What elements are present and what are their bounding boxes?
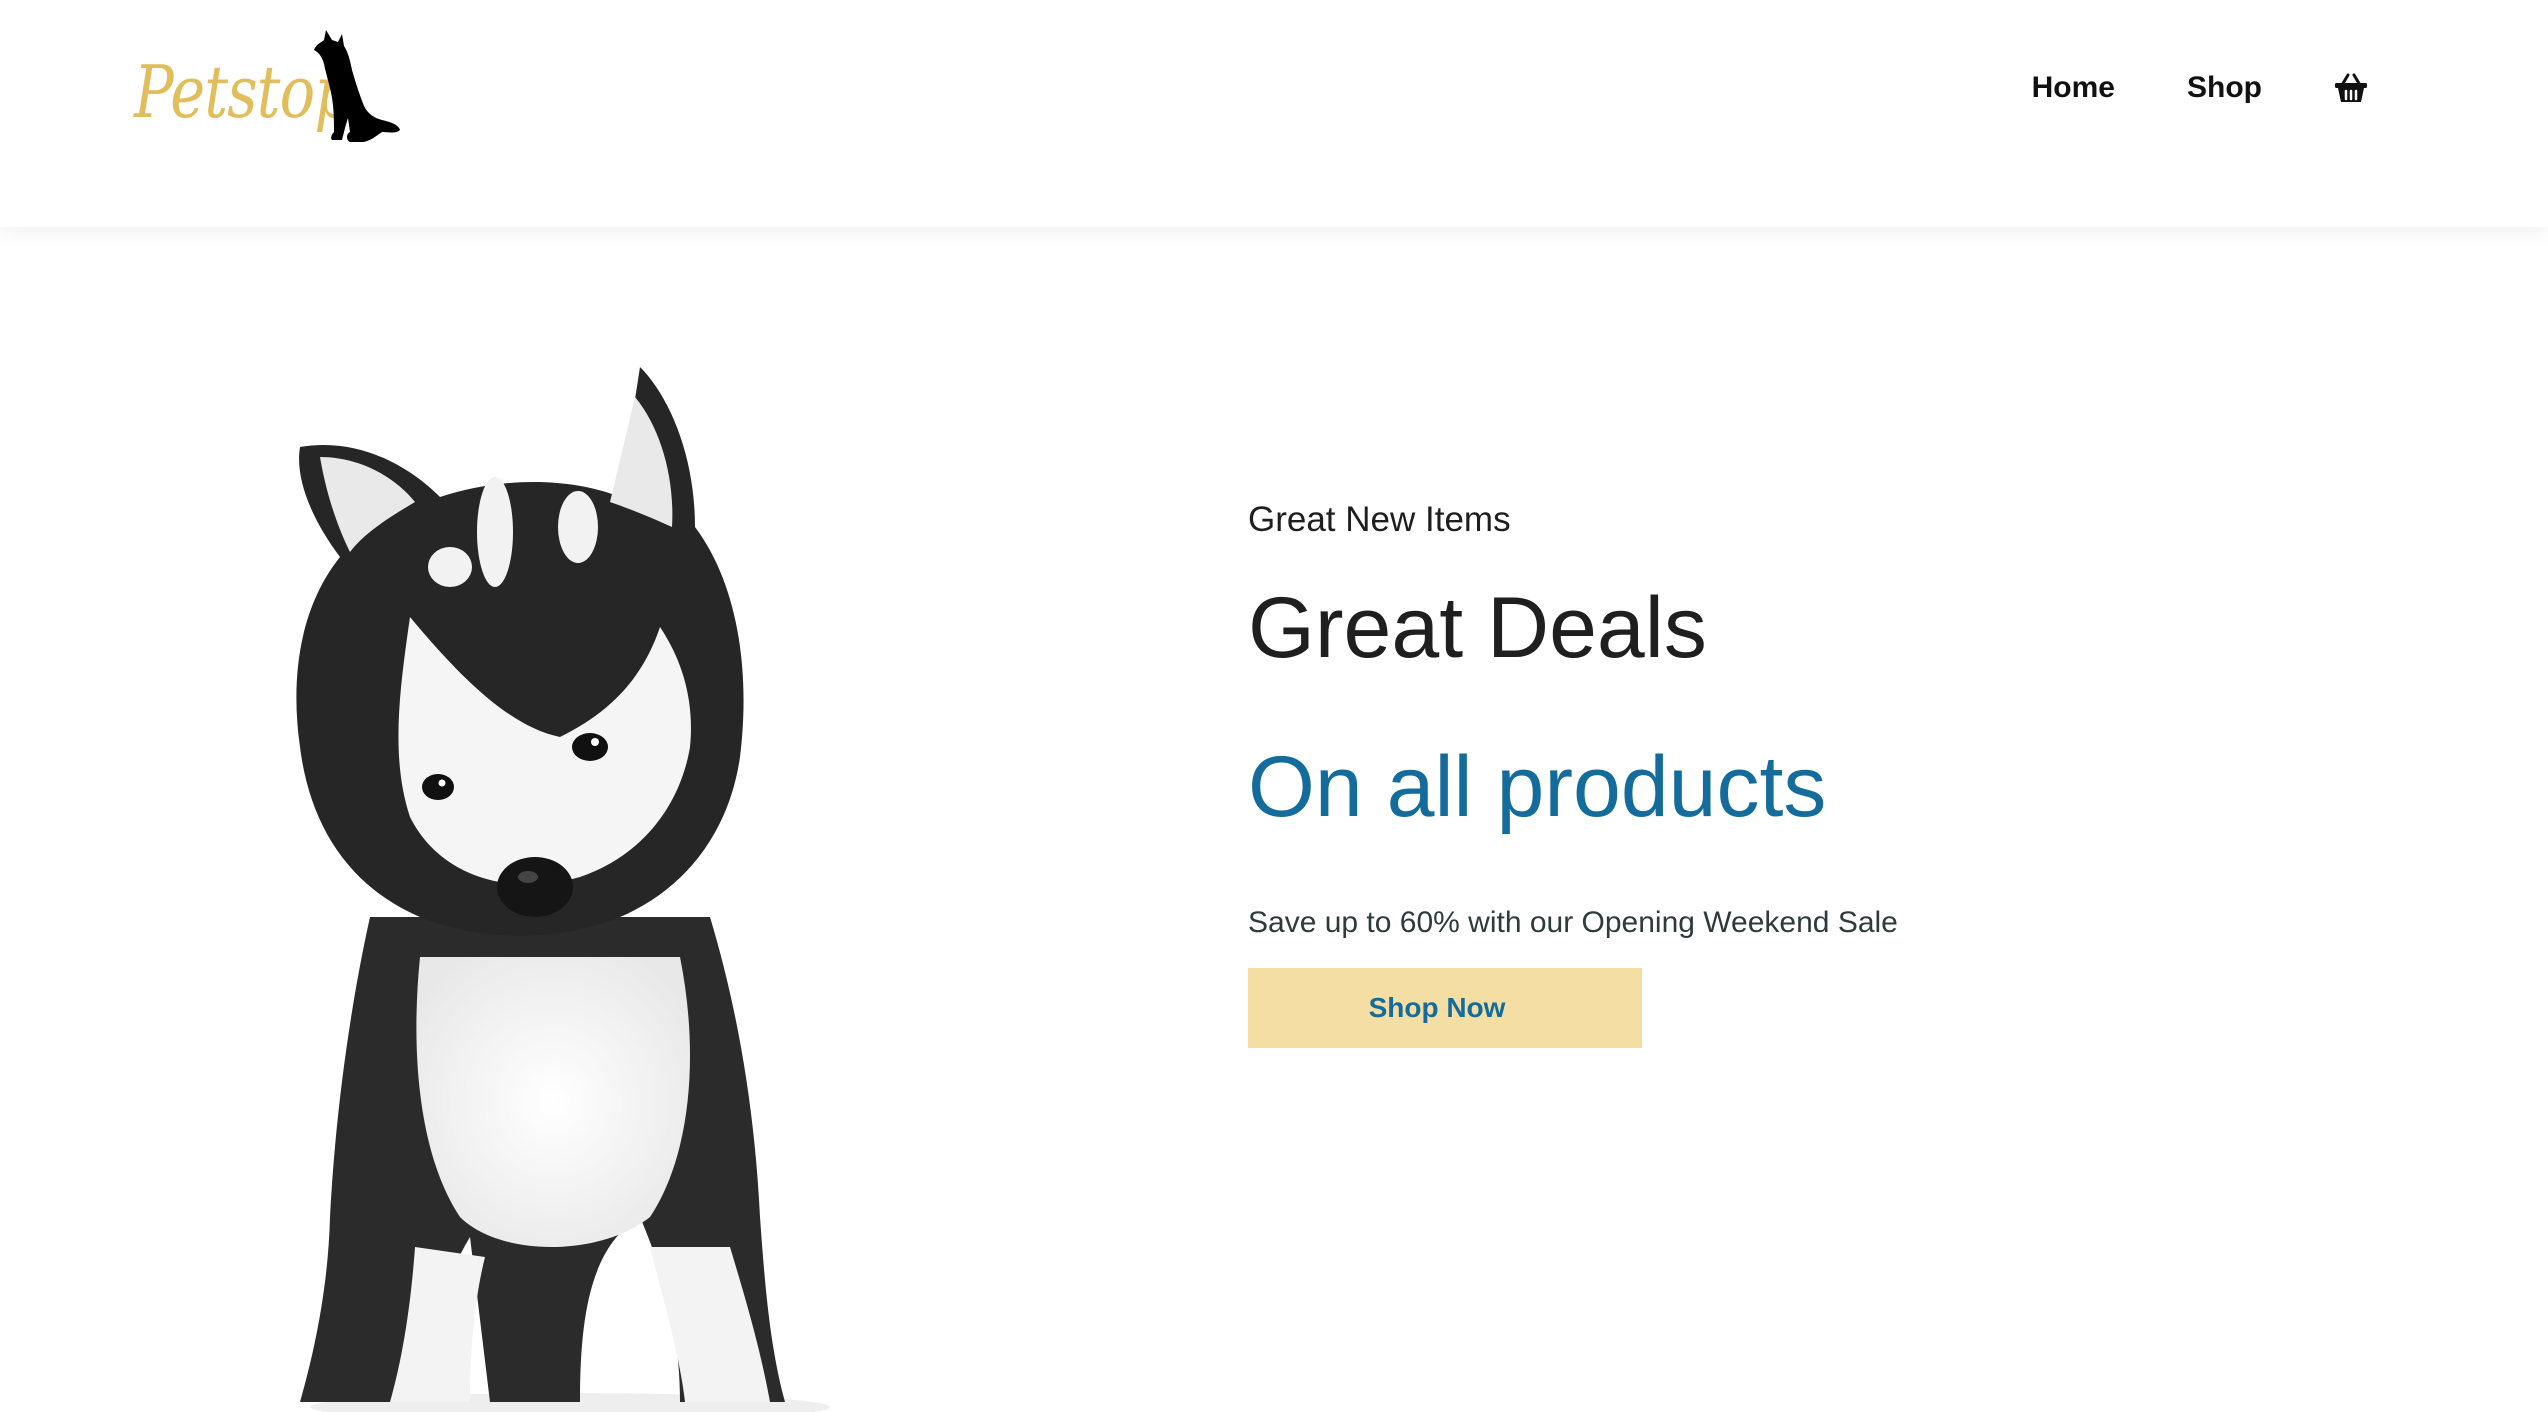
nav-home-link[interactable]: Home: [2032, 71, 2115, 105]
dog-silhouette-icon: [314, 30, 400, 142]
husky-puppy-image: [296, 367, 830, 1412]
shop-now-button[interactable]: Shop Now: [1248, 968, 1642, 1049]
main-nav: Home Shop: [1960, 66, 2368, 110]
shopping-basket-icon[interactable]: [2334, 71, 2368, 105]
hero-title: Great Deals: [1248, 580, 1707, 676]
hero-subtitle: On all products: [1248, 738, 1827, 835]
hero-section: Great New Items Great Deals On all produ…: [0, 227, 2548, 1412]
hero-content: Great New Items Great Deals On all produ…: [1248, 499, 2248, 1049]
logo[interactable]: Petstop: [134, 28, 404, 168]
site-header: Petstop Home Shop: [0, 0, 2548, 227]
nav-shop-link[interactable]: Shop: [2187, 71, 2262, 105]
hero-description: Save up to 60% with our Opening Weekend …: [1248, 906, 1898, 940]
hero-eyebrow: Great New Items: [1248, 500, 1511, 539]
